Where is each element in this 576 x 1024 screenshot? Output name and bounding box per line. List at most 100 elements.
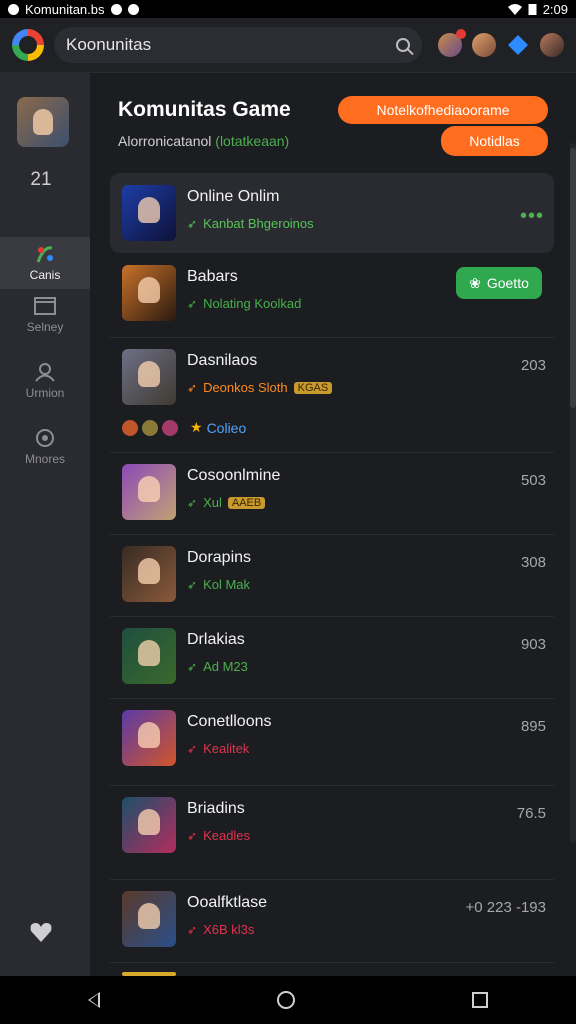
game-value: 895	[520, 718, 546, 735]
top-bar: Koonunitas	[0, 18, 576, 73]
game-title: Briadins	[187, 800, 245, 817]
diamond-icon[interactable]	[506, 33, 530, 57]
game-subtitle: ➶ X6B kl3s	[187, 922, 254, 937]
game-value: 76.5	[516, 805, 546, 822]
trend-arrow-icon: ➶	[187, 741, 198, 756]
heart-icon[interactable]	[29, 920, 53, 944]
game-row[interactable]: Drlakias ➶ Ad M23 903	[110, 616, 554, 699]
sidebar-item-label: Selney	[26, 320, 64, 334]
game-title: Cosoonlmine	[187, 467, 281, 484]
game-subtitle-text: Ad M23	[203, 659, 248, 674]
system-nav-bar	[0, 976, 576, 1024]
search-bar[interactable]: Koonunitas	[54, 27, 422, 63]
game-subtitle-text: Kealitek	[203, 741, 250, 756]
star-icon: ★	[190, 419, 203, 435]
games-icon	[36, 246, 53, 263]
home-icon[interactable]	[276, 991, 295, 1009]
game-tag: AAEB	[227, 496, 266, 509]
game-thumbnail[interactable]	[122, 628, 176, 684]
subtitle-text: Alorronicatanol	[118, 133, 212, 149]
game-row[interactable]: Cosoonlmine ➶ Xul AAEB 503	[110, 452, 554, 535]
game-thumbnail[interactable]	[122, 546, 176, 602]
sidebar-item-mnores[interactable]: Mnores	[0, 421, 90, 473]
search-input[interactable]: Koonunitas	[66, 35, 151, 55]
game-subtitle: ➶ Xul AAEB	[187, 495, 266, 510]
main-content: Komunitas Game Alorronicatanol (lotatkea…	[90, 73, 576, 976]
game-subtitle: ➶ Deonkos Sloth KGAS	[187, 380, 333, 395]
player-avatar	[162, 419, 178, 436]
sidebar-item-canis[interactable]: Canis	[0, 237, 90, 289]
game-value: 903	[520, 636, 546, 653]
game-row[interactable]: Dorapins ➶ Kol Mak 308	[110, 534, 554, 617]
game-value: 308	[520, 554, 546, 571]
game-tag: KGAS	[293, 381, 333, 394]
sidebar: 21 Canis Selney Urmion Mnores	[0, 73, 90, 976]
game-row[interactable]: Online Onlim ➶ Kanbat Bhgeroinos •••	[110, 173, 554, 253]
game-subtitle: ➶ Kanbat Bhgeroinos	[187, 216, 314, 231]
game-thumbnail[interactable]	[122, 265, 176, 321]
google-logo-icon[interactable]	[12, 29, 44, 61]
sidebar-item-urmion[interactable]: Urmion	[0, 355, 90, 407]
page-subtitle: Alorronicatanol (lotatkeaan)	[118, 133, 289, 149]
game-thumbnail[interactable]	[122, 185, 176, 241]
player-avatar	[122, 419, 138, 436]
trend-arrow-icon: ➶	[187, 380, 198, 395]
game-thumbnail[interactable]	[122, 349, 176, 405]
game-title: Drlakias	[187, 631, 245, 648]
game-row-partial[interactable]	[110, 962, 554, 976]
game-row[interactable]: Babars ➶ Nolating Koolkad ❀ Goetto	[110, 253, 554, 338]
game-subtitle: ➶ Nolating Koolkad	[187, 296, 301, 311]
more-options-icon[interactable]: •••	[520, 205, 544, 228]
game-subtitle-text: Kol Mak	[203, 577, 251, 592]
sidebar-number: 21	[30, 169, 52, 190]
game-extra-label[interactable]: Colieo	[207, 420, 247, 436]
game-title: Conetlloons	[187, 713, 272, 730]
game-action-label: Goetto	[486, 275, 529, 291]
trend-arrow-icon: ➶	[187, 495, 198, 510]
subtitle-tag: (lotatkeaan)	[215, 133, 290, 149]
game-row[interactable]: Ooalfktlase ➶ X6B kl3s +0 223 -193	[110, 879, 554, 963]
game-value: +0 223 -193	[465, 899, 547, 916]
game-action-button[interactable]: ❀ Goetto	[456, 267, 542, 299]
game-thumbnail[interactable]	[122, 464, 176, 520]
game-thumbnail[interactable]	[122, 797, 176, 853]
game-subtitle-text: Keadles	[203, 828, 251, 843]
game-subtitle: ➶ Kealitek	[187, 741, 249, 756]
game-subtitle: ➶ Keadles	[187, 828, 250, 843]
game-title: Babars	[187, 268, 238, 285]
game-thumbnail[interactable]	[122, 891, 176, 947]
game-subtitle: ➶ Ad M23	[187, 659, 248, 674]
window-icon	[34, 297, 56, 315]
leaf-icon: ❀	[469, 274, 481, 291]
profile-avatar[interactable]	[540, 33, 564, 57]
trend-arrow-icon: ➶	[187, 216, 198, 231]
trend-arrow-icon: ➶	[187, 577, 198, 592]
game-row[interactable]: Conetlloons ➶ Kealitek 895	[110, 698, 554, 786]
notification-avatar[interactable]	[438, 29, 466, 57]
status-app-name: Komunitan.bs	[25, 1, 105, 17]
notification-badge	[456, 29, 466, 39]
notify-button[interactable]: Notelkofhediaoorame	[338, 96, 548, 124]
notifications-button[interactable]: Notidlas	[441, 126, 548, 156]
game-title: Dorapins	[187, 549, 252, 566]
game-row[interactable]: Dasnilaos ➶ Deonkos Sloth KGAS 203 ★ Colieo	[110, 337, 554, 453]
game-row[interactable]: Briadins ➶ Keadles 76.5	[110, 785, 554, 880]
status-time: 2:09	[542, 1, 568, 17]
user-avatar[interactable]	[17, 97, 69, 147]
search-icon[interactable]	[396, 38, 410, 52]
trend-arrow-icon: ➶	[187, 296, 198, 311]
recent-apps-icon[interactable]	[471, 992, 488, 1008]
app-notification-icon	[8, 3, 19, 15]
sidebar-item-selney[interactable]: Selney	[0, 289, 90, 341]
scrollbar-thumb[interactable]	[570, 148, 576, 408]
game-subtitle-text: X6B kl3s	[203, 922, 255, 937]
back-icon[interactable]	[88, 992, 101, 1008]
game-thumbnail[interactable]	[122, 710, 176, 766]
sidebar-item-label: Mnores	[24, 452, 65, 466]
page-title: Komunitas Game	[118, 98, 291, 121]
friend-avatar[interactable]	[472, 33, 496, 57]
status-bar: Komunitan.bs 2:09	[0, 0, 576, 18]
sidebar-item-label: Urmion	[25, 386, 65, 400]
community-icon	[35, 363, 55, 382]
messenger-icon	[127, 3, 139, 15]
